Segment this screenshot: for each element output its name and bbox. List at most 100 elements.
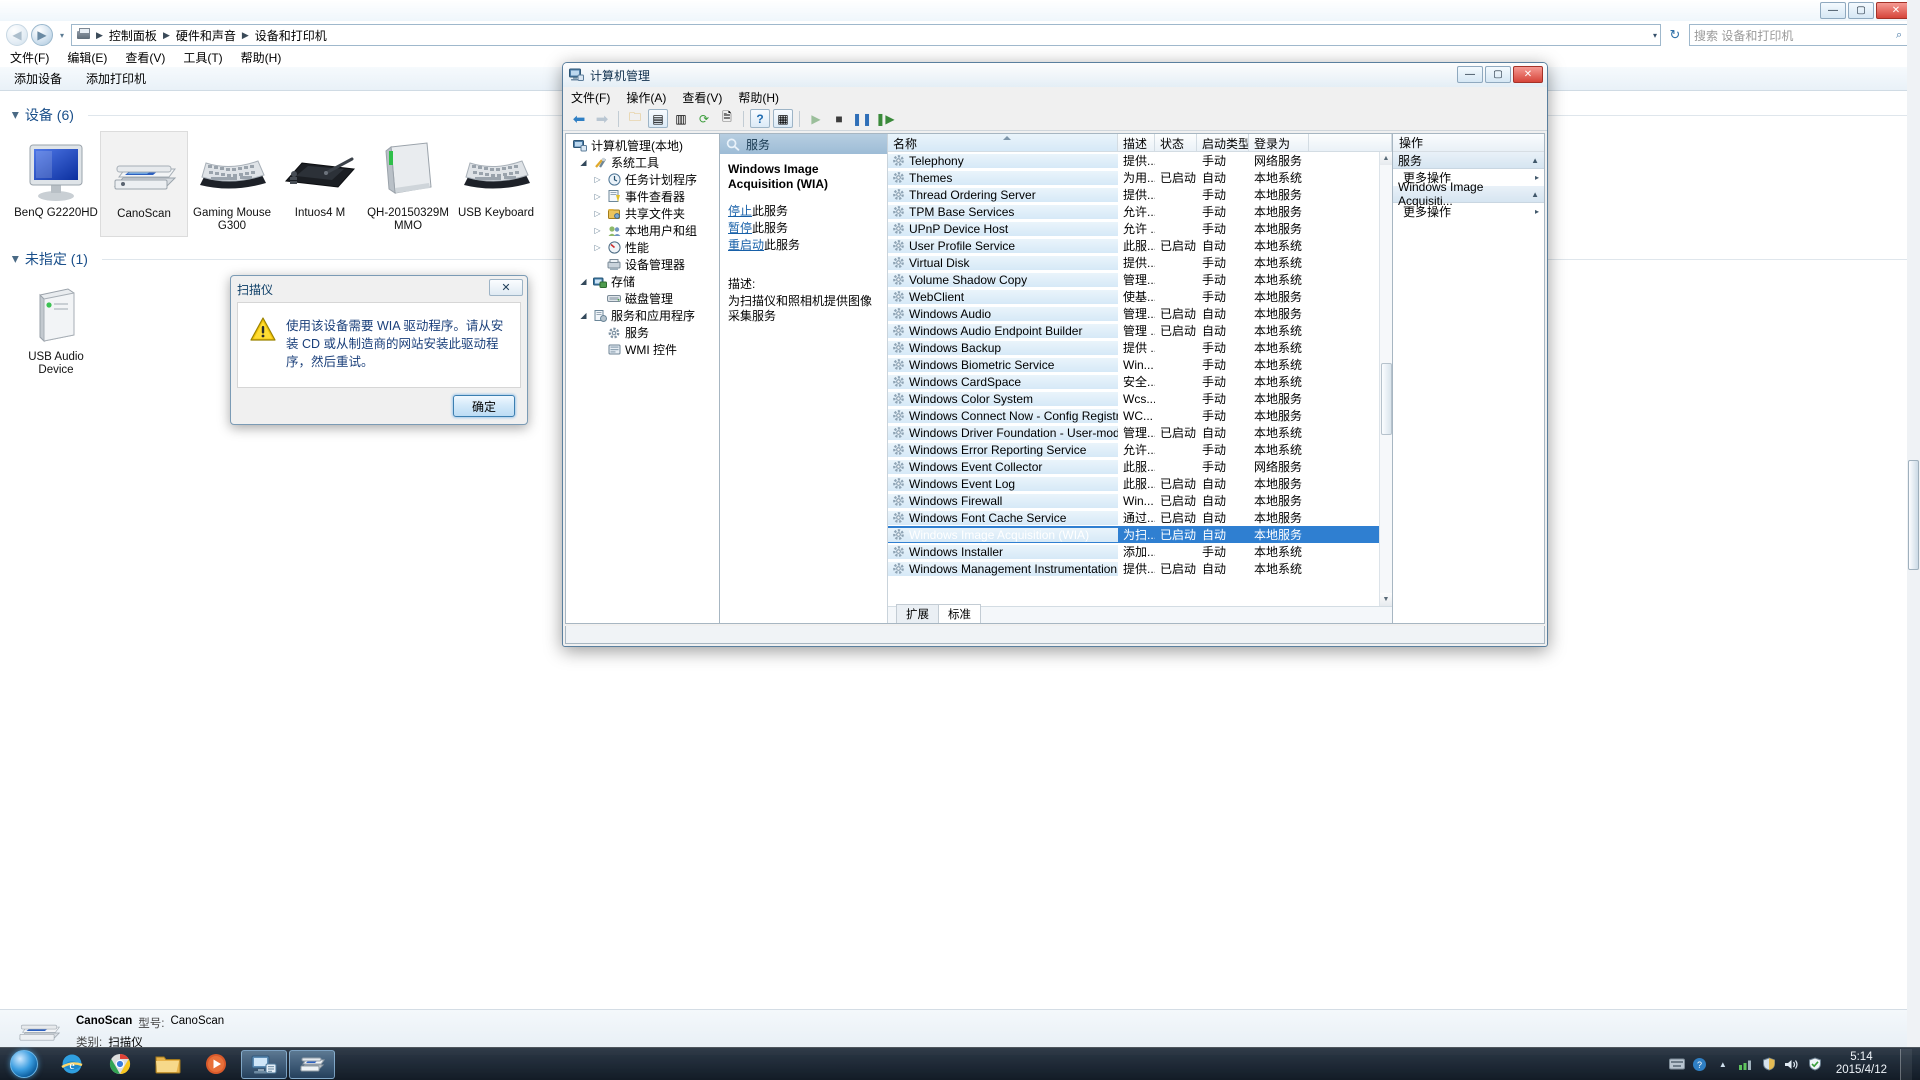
page-scrollbar[interactable] — [1907, 0, 1920, 1055]
action-center-icon[interactable] — [1807, 1056, 1823, 1072]
taskbar-item-internet-explorer[interactable]: e — [49, 1050, 95, 1079]
collapse-triangle-icon[interactable]: ▶ — [10, 112, 21, 119]
taskbar-clock[interactable]: 5:14 2015/4/12 — [1830, 1051, 1893, 1077]
taskbar-item-google-chrome[interactable] — [97, 1050, 143, 1079]
cmw-menu-help[interactable]: 帮助(H) — [738, 89, 779, 106]
tree-node-event-viewer[interactable]: ▷ 事件查看器 — [568, 188, 717, 205]
overflow-icon[interactable]: ▲ — [1715, 1056, 1731, 1072]
device-item-monitor[interactable]: BenQ G2220HD — [12, 131, 100, 237]
tree-node-system-tools[interactable]: ◢ 系统工具 — [568, 154, 717, 171]
table-row[interactable]: Windows Font Cache Service 通过... 已启动 自动 本地服务 — [888, 509, 1379, 526]
back-icon[interactable]: ⬅ — [569, 109, 589, 128]
add-printer-button[interactable]: 添加打印机 — [86, 70, 146, 87]
restart-service-link-text[interactable]: 重启动 — [728, 238, 764, 252]
shield-icon[interactable] — [1761, 1056, 1777, 1072]
chevron-up-icon[interactable]: ▲ — [1531, 156, 1539, 165]
add-device-button[interactable]: 添加设备 — [14, 70, 62, 87]
search-input[interactable]: 搜索 设备和打印机 — [1694, 27, 1793, 44]
stop-service-icon[interactable]: ■ — [829, 109, 849, 128]
show-tree-icon[interactable]: ▤ — [648, 109, 668, 128]
scroll-down-button[interactable]: ▼ — [1379, 593, 1392, 606]
table-row[interactable]: Windows Audio Endpoint Builder 管理 ... 已启动自… — [888, 322, 1379, 339]
chevron-right-icon[interactable]: ▸ — [1535, 173, 1539, 182]
taskbar-item-devices-and-printers[interactable] — [289, 1049, 335, 1079]
menu-tools[interactable]: 工具(T) — [183, 49, 222, 66]
expand-arrow-icon[interactable]: ▷ — [592, 243, 603, 252]
table-row[interactable]: Windows Installer 添加... 手动 本地系统 — [888, 543, 1379, 560]
refresh-icon[interactable]: ⟳ — [694, 109, 714, 128]
refresh-button[interactable]: ↻ — [1664, 24, 1686, 46]
show-pane-icon[interactable]: ▦ — [773, 109, 793, 128]
collapse-triangle-icon[interactable]: ▶ — [10, 256, 21, 263]
restart-service-link[interactable]: 重启动此服务 — [728, 238, 879, 253]
table-row[interactable]: Windows Backup 提供 ... 手动 本地系统 — [888, 339, 1379, 356]
tree-node-shared-folders[interactable]: ▷ 共享文件夹 — [568, 205, 717, 222]
scrollbar-thumb[interactable] — [1380, 363, 1392, 435]
breadcrumb-item-0[interactable]: 控制面板 — [107, 26, 159, 45]
properties-icon[interactable]: ▥ — [671, 109, 691, 128]
table-row[interactable]: Volume Shadow Copy 管理... 手动 本地系统 — [888, 271, 1379, 288]
device-item-canoscan[interactable]: CanoScan — [100, 131, 188, 237]
stop-service-link[interactable]: 停止此服务 — [728, 204, 879, 219]
menu-file[interactable]: 文件(F) — [10, 49, 49, 66]
help-tray-icon[interactable]: ? — [1692, 1056, 1708, 1072]
action-more-actions-wia[interactable]: 更多操作 ▸ — [1393, 203, 1544, 220]
minimize-button[interactable]: — — [1820, 2, 1846, 19]
device-item-qh-drive[interactable]: QH-20150329M MMO — [364, 131, 452, 237]
expand-arrow-icon[interactable]: ▷ — [592, 226, 603, 235]
column-header-status[interactable]: 状态 — [1155, 134, 1197, 151]
back-button[interactable]: ◀ — [6, 24, 28, 46]
forward-icon[interactable]: ➡ — [592, 109, 612, 128]
table-row[interactable]: Windows CardSpace 安全... 手动 本地系统 — [888, 373, 1379, 390]
device-item-usb-keyboard[interactable]: USB Keyboard — [452, 131, 540, 237]
expand-arrow-icon[interactable]: ▷ — [592, 175, 603, 184]
stop-service-link-text[interactable]: 停止 — [728, 204, 752, 218]
forward-button[interactable]: ▶ — [31, 24, 53, 46]
keyboard-tray-icon[interactable] — [1668, 1056, 1685, 1072]
cmw-minimize-button[interactable]: — — [1457, 66, 1483, 83]
expand-arrow-icon[interactable]: ◢ — [578, 311, 589, 320]
tree-node-root[interactable]: 计算机管理(本地) — [568, 137, 717, 154]
ok-button[interactable]: 确定 — [453, 395, 515, 417]
help-icon[interactable]: ? — [750, 109, 770, 128]
start-button[interactable] — [0, 1049, 48, 1080]
tab-extended[interactable]: 扩展 — [896, 604, 939, 623]
table-row[interactable]: UPnP Device Host 允许 ... 手动 本地服务 — [888, 220, 1379, 237]
device-item-gaming-mouse[interactable]: Gaming Mouse G300 — [188, 131, 276, 237]
scrollbar-thumb[interactable] — [1908, 460, 1919, 570]
pause-service-icon[interactable]: ❚❚ — [852, 109, 872, 128]
breadcrumb-item-1[interactable]: 硬件和声音 — [174, 26, 238, 45]
address-bar[interactable]: ▶ 控制面板 ▶ 硬件和声音 ▶ 设备和打印机 ▾ — [71, 24, 1661, 46]
expand-arrow-icon[interactable]: ◢ — [578, 277, 589, 286]
chevron-up-icon[interactable]: ▲ — [1531, 190, 1539, 199]
pause-service-link[interactable]: 暂停此服务 — [728, 221, 879, 236]
tree-node-task-scheduler[interactable]: ▷ 任务计划程序 — [568, 171, 717, 188]
column-header-logon[interactable]: 登录为 — [1249, 134, 1309, 151]
show-desktop-button[interactable] — [1900, 1048, 1912, 1080]
table-row[interactable]: Windows Image Acquisition (WIA) 为扫... 已启动自… — [888, 526, 1379, 543]
services-list-scrollbar[interactable]: ▲ ▼ — [1379, 152, 1392, 606]
tree-node-services[interactable]: 服务 — [568, 324, 717, 341]
tree-node-performance[interactable]: ▷ 性能 — [568, 239, 717, 256]
column-header-description[interactable]: 描述 — [1118, 134, 1155, 151]
device-item-usb-audio[interactable]: USB Audio Device — [12, 275, 100, 381]
taskbar-item-media-player[interactable] — [193, 1050, 239, 1079]
table-row[interactable]: Windows Event Collector 此服... 手动 网络服务 — [888, 458, 1379, 475]
export-icon[interactable]: 🗎 — [717, 109, 737, 128]
restart-service-icon[interactable]: ❚▶ — [875, 109, 895, 128]
chevron-down-icon[interactable]: ▾ — [1653, 31, 1657, 40]
table-row[interactable]: Telephony 提供... 手动 网络服务 — [888, 152, 1379, 169]
services-rows[interactable]: Telephony 提供... 手动 网络服务 Themes 为用... 已启动 自动 本地系统… — [888, 152, 1379, 606]
table-row[interactable]: Windows Color System Wcs... 手动 本地服务 — [888, 390, 1379, 407]
table-row[interactable]: User Profile Service 此服... 已启动 自动 本地系统 — [888, 237, 1379, 254]
table-row[interactable]: TPM Base Services 允许... 手动 本地服务 — [888, 203, 1379, 220]
tree-node-device-manager[interactable]: 设备管理器 — [568, 256, 717, 273]
network-icon[interactable] — [1738, 1056, 1754, 1072]
tree-node-local-users[interactable]: ▷ 本地用户和组 — [568, 222, 717, 239]
cmw-close-button[interactable]: ✕ — [1513, 66, 1543, 83]
table-row[interactable]: Windows Event Log 此服... 已启动 自动 本地服务 — [888, 475, 1379, 492]
table-row[interactable]: Windows Error Reporting Service 允许... 手动 本地… — [888, 441, 1379, 458]
search-box[interactable]: 搜索 设备和打印机 ⌕ — [1689, 24, 1914, 46]
table-row[interactable]: Windows Management Instrumentation 提供... 已… — [888, 560, 1379, 577]
menu-help[interactable]: 帮助(H) — [241, 49, 282, 66]
